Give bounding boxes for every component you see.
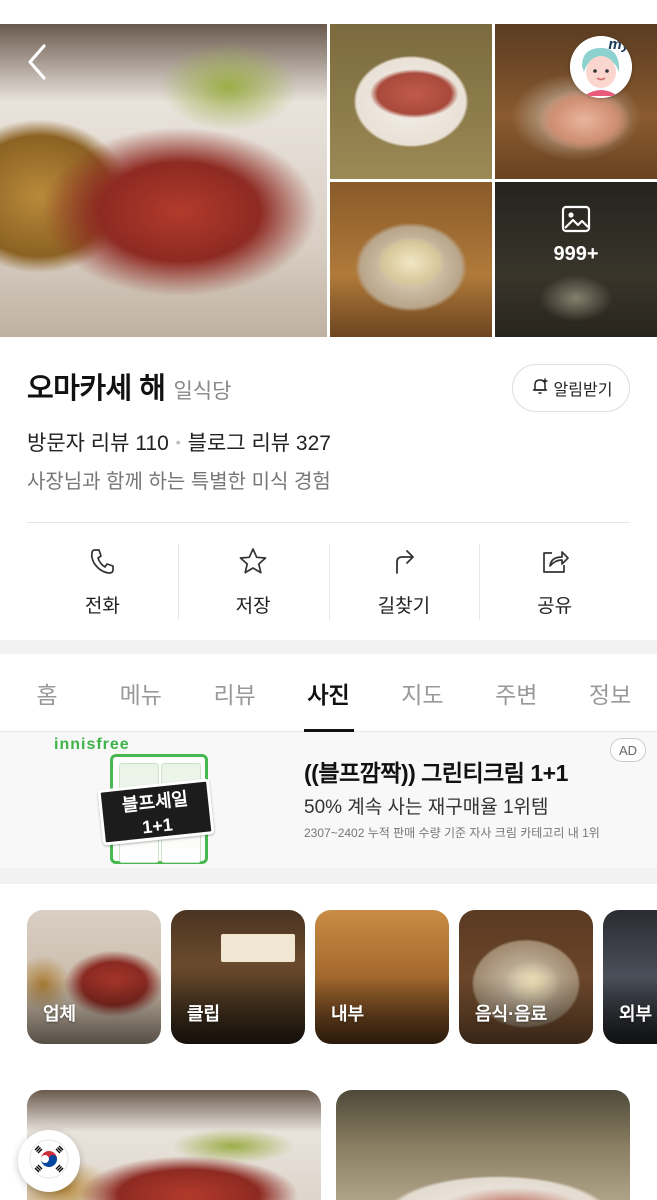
separator-dot: • (175, 434, 181, 450)
action-label-call: 전화 (84, 595, 120, 617)
tab-bar: 홈 메뉴 리뷰 사진 지도 주변 정보 (0, 654, 657, 732)
directions-icon (391, 547, 417, 579)
phone-icon (89, 547, 115, 579)
category-chip-food-drink[interactable]: 음식·음료 (459, 910, 593, 1044)
section-spacer (0, 640, 657, 654)
place-name: 오마카세 해 (27, 373, 166, 405)
tab-nearby[interactable]: 주변 (469, 654, 563, 731)
action-label-share: 공유 (537, 595, 573, 617)
share-icon (540, 547, 570, 579)
section-spacer (0, 868, 657, 884)
ad-footnote: 2307~2402 누적 판매 수량 기준 자사 크림 카테고리 내 1위 (304, 826, 600, 840)
ad-sale-sticker: 블프세일 1+1 (97, 778, 215, 846)
ad-badge[interactable]: AD (610, 738, 646, 762)
tab-review[interactable]: 리뷰 (188, 654, 282, 731)
gallery-photo-4[interactable] (330, 182, 492, 337)
title-row: 오마카세 해 일식당 (27, 365, 231, 407)
category-label: 내부 (331, 1004, 365, 1024)
tab-menu[interactable]: 메뉴 (94, 654, 188, 731)
gallery-photo-2[interactable] (330, 24, 492, 179)
my-profile-button[interactable]: my (570, 36, 632, 98)
action-label-directions: 길찾기 (377, 595, 431, 617)
tab-photo[interactable]: 사진 (282, 654, 376, 731)
category-label: 외부 (619, 1004, 653, 1024)
gallery-more-button[interactable]: 999+ (495, 158, 657, 313)
alarm-label: 알림받기 (553, 382, 613, 399)
directions-button[interactable]: 길찾기 (328, 542, 480, 622)
category-chip-business[interactable]: 업체 (27, 910, 161, 1044)
place-info: 오마카세 해 일식당 알림받기 방문자 리뷰 110 • 블로그 리뷰 327 … (0, 337, 657, 637)
ad-subtitle: 50% 계속 사는 재구매율 1위템 (304, 797, 549, 818)
tab-map[interactable]: 지도 (375, 654, 469, 731)
visitor-review-link[interactable]: 방문자 리뷰 110 (27, 427, 169, 457)
back-button[interactable] (22, 44, 52, 84)
action-bar: 전화 저장 길찾기 공유 (27, 542, 630, 622)
category-label: 업체 (43, 1004, 77, 1024)
ad-banner[interactable]: innisfree 블프세일 1+1 ((블프깜짝)) 그린티크림 1+1 50… (0, 732, 657, 868)
alarm-button[interactable]: 알림받기 (512, 364, 630, 412)
ad-title: ((블프깜짝)) 그린티크림 1+1 (304, 760, 568, 786)
photo-grid (0, 1090, 657, 1200)
korea-flag-icon (29, 1139, 69, 1183)
bell-plus-icon (530, 376, 550, 401)
category-chip-clip[interactable]: 클립 (171, 910, 305, 1044)
tab-home[interactable]: 홈 (0, 654, 94, 731)
save-button[interactable]: 저장 (177, 542, 329, 622)
photo-category-list: 업체 클립 내부 음식·음료 외부 (0, 910, 657, 1046)
category-label: 클립 (187, 1004, 221, 1024)
my-badge: my (608, 36, 630, 53)
chevron-left-icon (26, 43, 48, 85)
action-label-save: 저장 (235, 595, 271, 617)
category-chip-exterior[interactable]: 외부 (603, 910, 657, 1044)
place-category: 일식당 (173, 380, 232, 403)
image-icon (561, 205, 591, 237)
divider (27, 522, 630, 523)
category-chip-interior[interactable]: 내부 (315, 910, 449, 1044)
call-button[interactable]: 전화 (27, 542, 178, 622)
language-button[interactable] (18, 1130, 80, 1192)
tab-info[interactable]: 정보 (563, 654, 657, 731)
ad-brand-logo: innisfree (54, 736, 130, 753)
photo-item[interactable] (336, 1090, 630, 1200)
blog-review-link[interactable]: 블로그 리뷰 327 (188, 427, 331, 457)
review-summary: 방문자 리뷰 110 • 블로그 리뷰 327 (27, 427, 331, 457)
star-icon (238, 547, 268, 579)
share-button[interactable]: 공유 (479, 542, 630, 622)
place-description: 사장님과 함께 하는 특별한 미식 경험 (27, 471, 331, 493)
category-label: 음식·음료 (475, 1004, 548, 1024)
photo-count: 999+ (553, 243, 599, 265)
